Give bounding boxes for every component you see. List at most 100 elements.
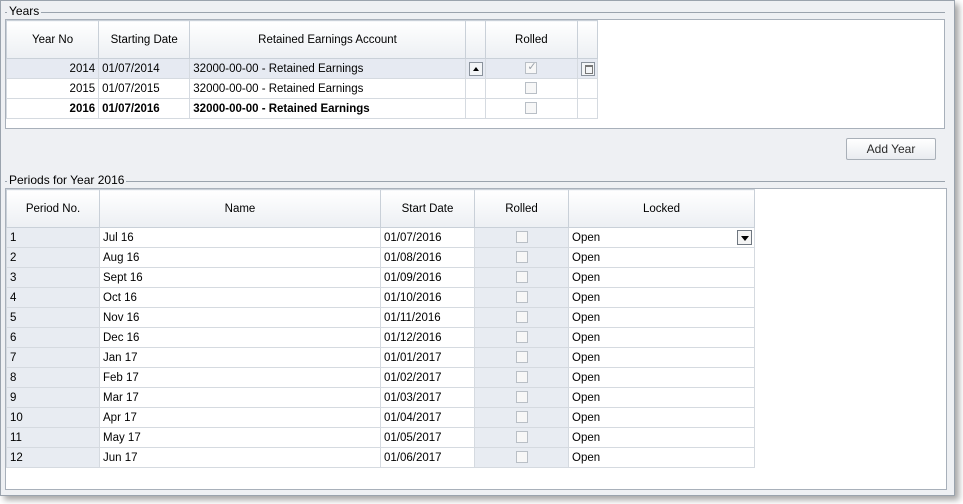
rolled-checkbox[interactable] <box>515 291 528 304</box>
period-start-date-cell[interactable]: 01/12/2016 <box>380 327 475 348</box>
period-name-cell[interactable]: Jul 16 <box>99 227 381 248</box>
period-name-cell[interactable]: Jun 17 <box>99 447 381 468</box>
col-rolled[interactable]: Rolled <box>484 20 578 59</box>
rolled-checkbox[interactable] <box>515 251 528 264</box>
account-cell[interactable]: 32000-00-00 - Retained Earnings <box>189 98 466 119</box>
period-no-cell[interactable]: 5 <box>6 307 100 328</box>
period-name-cell[interactable]: Feb 17 <box>99 367 381 388</box>
period-rolled-cell[interactable] <box>474 347 569 368</box>
period-locked-cell[interactable]: Open <box>568 327 755 348</box>
period-name-cell[interactable]: Jan 17 <box>99 347 381 368</box>
period-start-date-cell[interactable]: 01/10/2016 <box>380 287 475 308</box>
period-locked-cell[interactable]: Open <box>568 367 755 388</box>
year-no-cell[interactable]: 2015 <box>5 78 100 99</box>
period-start-date-cell[interactable]: 01/09/2016 <box>380 267 475 288</box>
period-no-cell[interactable]: 6 <box>6 327 100 348</box>
period-no-cell[interactable]: 12 <box>6 447 100 468</box>
chevron-down-icon[interactable] <box>737 230 752 245</box>
period-row[interactable]: 11 May 17 01/05/2017 Open <box>6 427 755 448</box>
account-cell[interactable]: 32000-00-00 - Retained Earnings <box>189 78 466 99</box>
period-locked-cell[interactable]: Open <box>568 307 755 328</box>
period-row[interactable]: 9 Mar 17 01/03/2017 Open <box>6 387 755 408</box>
year-row[interactable]: 2014 01/07/2014 32000-00-00 - Retained E… <box>5 58 599 79</box>
period-start-date-cell[interactable]: 01/06/2017 <box>380 447 475 468</box>
period-locked-cell[interactable]: Open <box>568 347 755 368</box>
period-row[interactable]: 10 Apr 17 01/04/2017 Open <box>6 407 755 428</box>
period-rolled-cell[interactable] <box>474 247 569 268</box>
period-start-date-cell[interactable]: 01/11/2016 <box>380 307 475 328</box>
col-rolled[interactable]: Rolled <box>474 189 569 228</box>
rolled-checkbox[interactable] <box>525 82 538 95</box>
col-period-no[interactable]: Period No. <box>6 189 100 228</box>
year-row-new[interactable]: 2016 01/07/2016 32000-00-00 - Retained E… <box>5 98 599 119</box>
year-row[interactable]: 2015 01/07/2015 32000-00-00 - Retained E… <box>5 78 599 99</box>
rolled-checkbox[interactable] <box>515 431 528 444</box>
rolled-checkbox[interactable] <box>525 102 538 115</box>
period-no-cell[interactable]: 2 <box>6 247 100 268</box>
rolled-checkbox[interactable] <box>515 311 528 324</box>
period-name-cell[interactable]: Mar 17 <box>99 387 381 408</box>
period-row[interactable]: 7 Jan 17 01/01/2017 Open <box>6 347 755 368</box>
period-no-cell[interactable]: 3 <box>6 267 100 288</box>
period-name-cell[interactable]: Aug 16 <box>99 247 381 268</box>
period-no-cell[interactable]: 10 <box>6 407 100 428</box>
period-rolled-cell[interactable] <box>474 227 569 248</box>
period-no-cell[interactable]: 7 <box>6 347 100 368</box>
period-locked-cell[interactable]: Open <box>568 407 755 428</box>
col-locked[interactable]: Locked <box>568 189 755 228</box>
rolled-checkbox[interactable] <box>525 60 538 75</box>
period-rolled-cell[interactable] <box>474 407 569 428</box>
period-locked-cell[interactable]: Open <box>568 387 755 408</box>
starting-date-cell[interactable]: 01/07/2014 <box>98 58 191 79</box>
period-locked-cell[interactable]: Open <box>568 247 755 268</box>
period-rolled-cell[interactable] <box>474 307 569 328</box>
account-cell[interactable]: 32000-00-00 - Retained Earnings <box>189 58 466 79</box>
starting-date-cell[interactable]: 01/07/2015 <box>98 78 191 99</box>
starting-date-cell[interactable]: 01/07/2016 <box>98 98 191 119</box>
period-row[interactable]: 12 Jun 17 01/06/2017 Open <box>6 447 755 468</box>
period-name-cell[interactable]: Oct 16 <box>99 287 381 308</box>
col-name[interactable]: Name <box>99 189 381 228</box>
period-start-date-cell[interactable]: 01/02/2017 <box>380 367 475 388</box>
period-no-cell[interactable]: 1 <box>6 227 100 248</box>
period-rolled-cell[interactable] <box>474 287 569 308</box>
period-start-date-cell[interactable]: 01/04/2017 <box>380 407 475 428</box>
rolled-checkbox[interactable] <box>515 351 528 364</box>
period-locked-cell[interactable]: Open <box>568 267 755 288</box>
col-starting-date[interactable]: Starting Date <box>98 20 191 59</box>
period-rolled-cell[interactable] <box>474 327 569 348</box>
col-start-date[interactable]: Start Date <box>380 189 475 228</box>
period-start-date-cell[interactable]: 01/07/2016 <box>380 227 475 248</box>
period-row[interactable]: 6 Dec 16 01/12/2016 Open <box>6 327 755 348</box>
trash-icon[interactable] <box>580 61 595 76</box>
col-retained-earnings-account[interactable]: Retained Earnings Account <box>189 20 466 59</box>
period-row[interactable]: 3 Sept 16 01/09/2016 Open <box>6 267 755 288</box>
period-rolled-cell[interactable] <box>474 387 569 408</box>
period-row[interactable]: 4 Oct 16 01/10/2016 Open <box>6 287 755 308</box>
period-start-date-cell[interactable]: 01/05/2017 <box>380 427 475 448</box>
rolled-checkbox[interactable] <box>515 371 528 384</box>
period-row[interactable]: 2 Aug 16 01/08/2016 Open <box>6 247 755 268</box>
col-year-no[interactable]: Year No <box>5 20 100 59</box>
period-locked-cell[interactable]: Open <box>568 227 755 248</box>
year-no-cell[interactable]: 2016 <box>5 98 100 119</box>
rolled-cell[interactable] <box>484 78 578 99</box>
period-name-cell[interactable]: Dec 16 <box>99 327 381 348</box>
period-rolled-cell[interactable] <box>474 447 569 468</box>
period-row[interactable]: 5 Nov 16 01/11/2016 Open <box>6 307 755 328</box>
period-start-date-cell[interactable]: 01/01/2017 <box>380 347 475 368</box>
rolled-checkbox[interactable] <box>515 331 528 344</box>
rolled-checkbox[interactable] <box>515 271 528 284</box>
period-rolled-cell[interactable] <box>474 427 569 448</box>
period-name-cell[interactable]: Apr 17 <box>99 407 381 428</box>
year-no-cell[interactable]: 2014 <box>5 58 100 79</box>
period-locked-cell[interactable]: Open <box>568 427 755 448</box>
up-arrow-icon[interactable] <box>468 61 483 76</box>
rolled-cell[interactable] <box>484 58 578 79</box>
period-start-date-cell[interactable]: 01/03/2017 <box>380 387 475 408</box>
period-rolled-cell[interactable] <box>474 267 569 288</box>
rolled-checkbox[interactable] <box>515 231 528 244</box>
period-locked-cell[interactable]: Open <box>568 447 755 468</box>
rolled-checkbox[interactable] <box>515 411 528 424</box>
period-row[interactable]: 1 Jul 16 01/07/2016 Open <box>6 227 755 248</box>
